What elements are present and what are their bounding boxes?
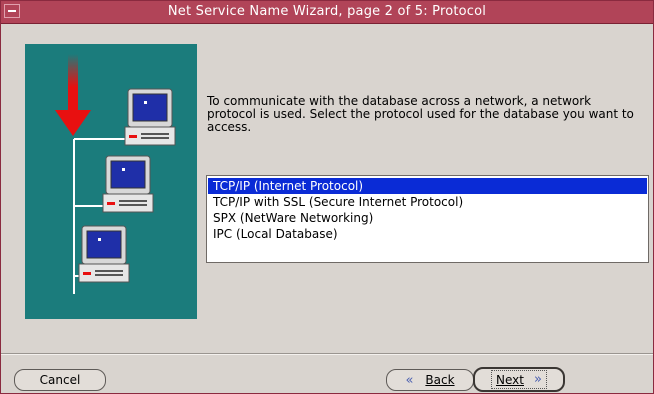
computer-icon (102, 155, 154, 213)
protocol-item-spx[interactable]: SPX (NetWare Networking) (208, 210, 647, 226)
window-title: Net Service Name Wizard, page 2 of 5: Pr… (167, 4, 487, 19)
protocol-item-tcp-ssl[interactable]: TCP/IP with SSL (Secure Internet Protoco… (208, 194, 647, 210)
button-separator (1, 353, 653, 355)
back-label: Back (425, 373, 455, 387)
next-focus-ring: Next » (491, 370, 547, 389)
next-chevron-icon: » (534, 372, 542, 387)
back-chevron-icon: « (405, 372, 414, 388)
back-button[interactable]: « Back (386, 369, 474, 391)
wizard-window: Net Service Name Wizard, page 2 of 5: Pr… (0, 0, 654, 394)
computer-icon (124, 88, 176, 146)
protocol-item-ipc[interactable]: IPC (Local Database) (208, 226, 647, 242)
title-bar[interactable]: Net Service Name Wizard, page 2 of 5: Pr… (1, 1, 653, 24)
network-illustration (25, 44, 197, 319)
next-label: Next (496, 372, 524, 387)
instruction-text: To communicate with the database across … (207, 94, 634, 134)
next-button[interactable]: Next » (473, 367, 565, 392)
cancel-label: Cancel (39, 373, 81, 387)
protocol-item-tcp[interactable]: TCP/IP (Internet Protocol) (208, 178, 647, 194)
computer-icon (78, 225, 130, 283)
protocol-list[interactable]: TCP/IP (Internet Protocol) TCP/IP with S… (206, 175, 649, 263)
cancel-button[interactable]: Cancel (14, 369, 106, 391)
